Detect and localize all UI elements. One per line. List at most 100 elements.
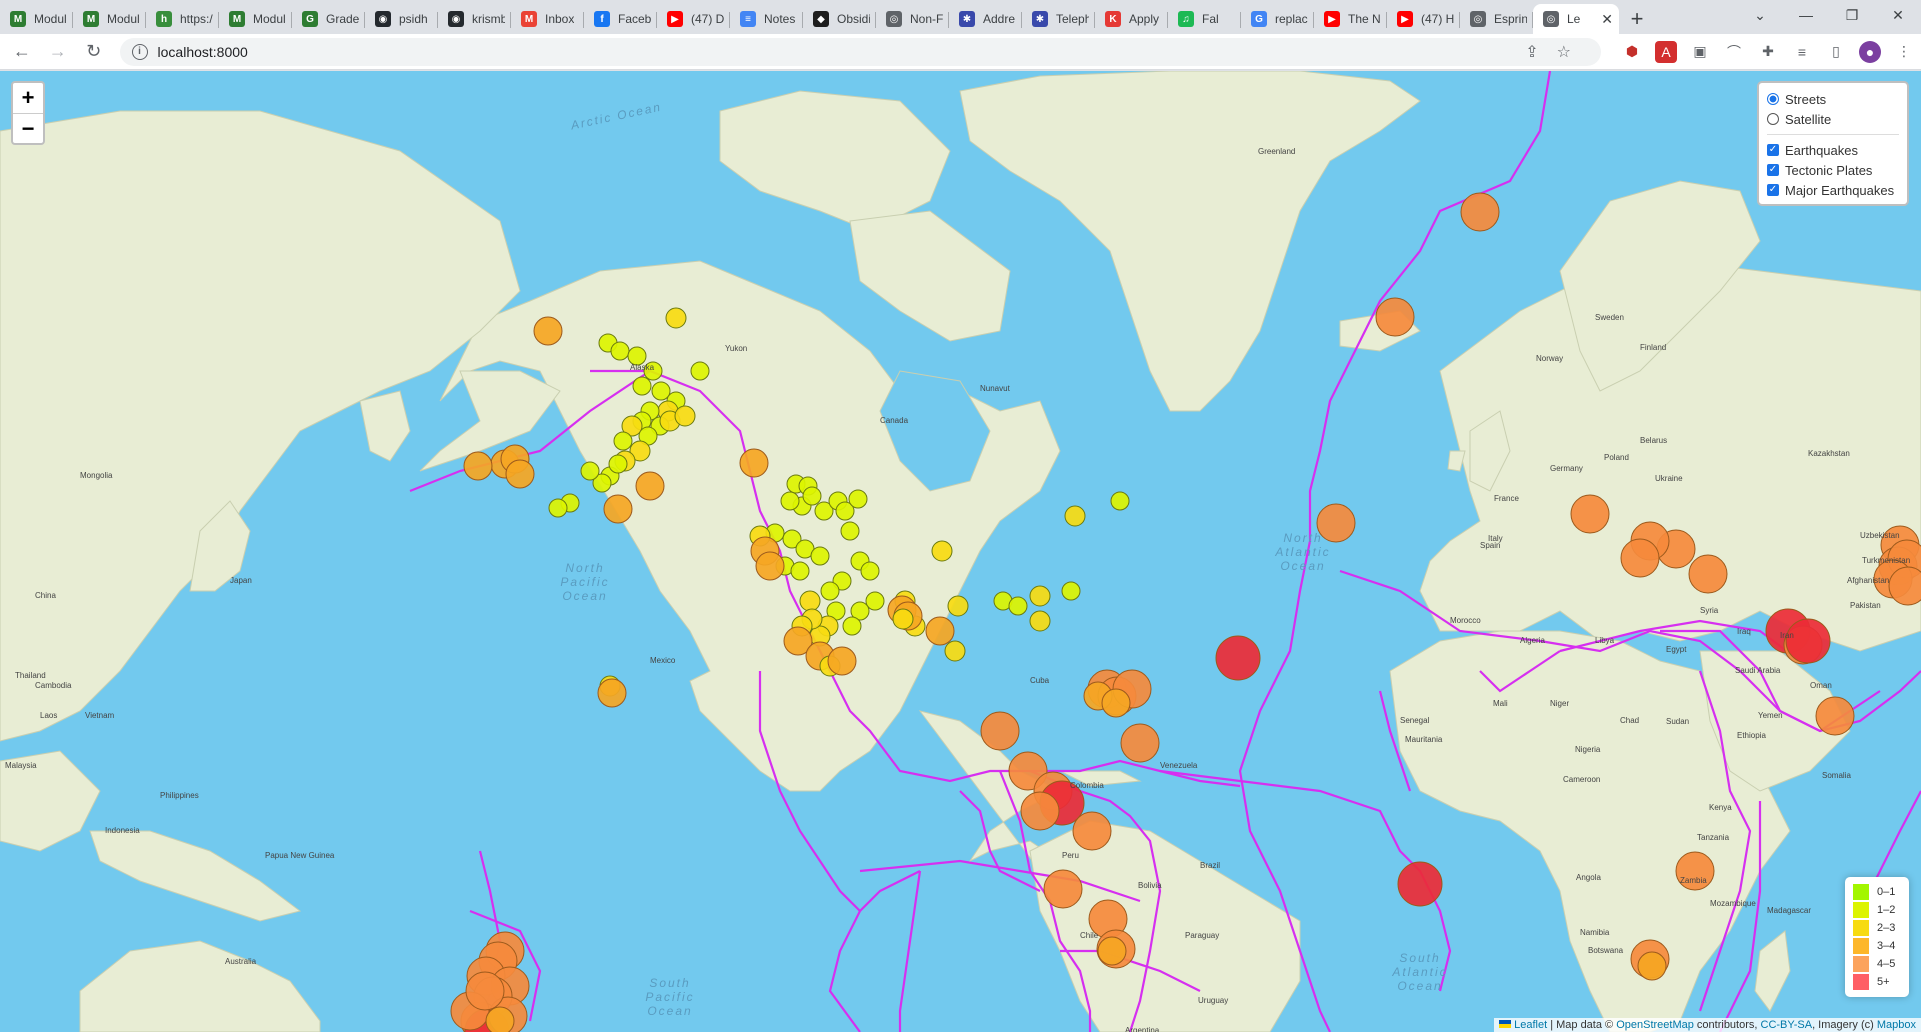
ublock-icon[interactable]: ⬢ [1621, 41, 1643, 63]
browser-tab[interactable]: ▶ (47) H [1387, 4, 1460, 34]
earthquake-marker[interactable] [925, 616, 955, 646]
earthquake-marker[interactable] [755, 551, 785, 581]
earthquake-marker[interactable] [1064, 505, 1086, 527]
earthquake-marker[interactable] [1061, 581, 1081, 601]
address-bar[interactable]: i localhost:8000 ⇪☆ [119, 37, 1602, 66]
zoom-in-button[interactable]: + [13, 83, 43, 113]
puzzle-icon[interactable]: ✚ [1757, 41, 1779, 63]
earthquake-marker[interactable] [848, 489, 868, 509]
earthquake-marker[interactable] [810, 546, 830, 566]
close-tab-icon[interactable]: ✕ [1597, 11, 1613, 28]
overlay-earthquakes[interactable]: ✓ Earthquakes [1767, 140, 1899, 160]
radio-selected[interactable] [1767, 93, 1779, 105]
site-info-icon[interactable]: i [131, 43, 148, 60]
side-panel-icon[interactable]: ▯ [1825, 41, 1847, 63]
earthquake-marker[interactable] [1637, 951, 1667, 981]
earthquake-marker[interactable] [1375, 297, 1415, 337]
earthquake-marker[interactable] [635, 471, 665, 501]
earthquake-marker[interactable] [485, 1006, 515, 1032]
earthquake-marker[interactable] [610, 341, 630, 361]
pdf-icon[interactable]: A [1655, 40, 1678, 63]
earthquake-marker[interactable] [1460, 192, 1500, 232]
leaflet-link[interactable]: Leaflet [1514, 1019, 1547, 1031]
tab-active[interactable]: ◎ Le ✕ [1533, 4, 1619, 34]
extension-icon-2[interactable]: ⌒ [1723, 41, 1745, 63]
share-and-bookmark-icons[interactable]: ⇪☆ [1525, 42, 1589, 62]
browser-tab[interactable]: ≡ Notes [730, 4, 803, 34]
earthquake-marker[interactable] [690, 361, 710, 381]
earthquake-marker[interactable] [548, 498, 568, 518]
earthquake-marker[interactable] [463, 451, 493, 481]
browser-tab[interactable]: ◉ psidh [365, 4, 438, 34]
earthquake-marker[interactable] [802, 486, 822, 506]
mapbox-link[interactable]: Mapbox [1877, 1019, 1916, 1031]
browser-tab[interactable]: ✱ Teleph [1022, 4, 1095, 34]
base-layer-satellite[interactable]: Satellite [1767, 109, 1899, 129]
browser-tab[interactable]: ▶ (47) D [657, 4, 730, 34]
earthquake-marker[interactable] [1785, 618, 1831, 664]
overlay-tectonic-plates[interactable]: ✓ Tectonic Plates [1767, 160, 1899, 180]
earthquake-marker[interactable] [944, 640, 966, 662]
browser-tab[interactable]: ◎ Non-F [876, 4, 949, 34]
browser-tab[interactable]: ▶ The N [1314, 4, 1387, 34]
browser-tab[interactable]: M Modul [0, 4, 73, 34]
earthquake-marker[interactable] [827, 646, 857, 676]
earthquake-marker[interactable] [1008, 596, 1028, 616]
browser-tab[interactable]: ◆ Obsidi [803, 4, 876, 34]
earthquake-marker[interactable] [1815, 696, 1855, 736]
checkbox-checked[interactable]: ✓ [1767, 184, 1779, 196]
browser-tab[interactable]: K Apply [1095, 4, 1168, 34]
earthquake-marker[interactable] [1215, 635, 1261, 681]
earthquake-marker[interactable] [947, 595, 969, 617]
earthquake-marker[interactable] [665, 307, 687, 329]
browser-tab[interactable]: h https:/ [146, 4, 219, 34]
earthquake-marker[interactable] [465, 971, 505, 1011]
close-window-button[interactable]: ✕ [1875, 0, 1921, 30]
earthquake-marker[interactable] [674, 405, 696, 427]
earthquake-marker[interactable] [613, 431, 633, 451]
earthquake-marker[interactable] [632, 376, 652, 396]
earthquake-marker[interactable] [1620, 538, 1660, 578]
back-button[interactable]: ← [8, 38, 36, 66]
checkbox-checked[interactable]: ✓ [1767, 144, 1779, 156]
earthquake-marker[interactable] [1570, 494, 1610, 534]
earthquake-marker[interactable] [780, 491, 800, 511]
earthquake-marker[interactable] [790, 561, 810, 581]
reading-list-icon[interactable]: ≡ [1791, 41, 1813, 63]
earthquake-marker[interactable] [1120, 723, 1160, 763]
menu-icon[interactable]: ⋮ [1893, 41, 1915, 63]
restore-button[interactable]: ❐ [1829, 0, 1875, 30]
earthquake-marker[interactable] [892, 608, 914, 630]
zoom-out-button[interactable]: − [13, 113, 43, 143]
earthquake-marker[interactable] [980, 711, 1020, 751]
earthquake-marker[interactable] [840, 521, 860, 541]
browser-tab[interactable]: M Inbox [511, 4, 584, 34]
browser-tab[interactable]: G Grade [292, 4, 365, 34]
earthquake-marker[interactable] [1029, 585, 1051, 607]
base-layer-streets[interactable]: Streets [1767, 89, 1899, 109]
earthquake-marker[interactable] [820, 581, 840, 601]
earthquake-marker[interactable] [505, 459, 535, 489]
license-link[interactable]: CC-BY-SA [1761, 1019, 1813, 1031]
earthquake-marker[interactable] [931, 540, 953, 562]
checkbox-checked[interactable]: ✓ [1767, 164, 1779, 176]
earthquake-marker[interactable] [1101, 688, 1131, 718]
browser-tab[interactable]: ◎ Esprin [1460, 4, 1533, 34]
earthquake-marker[interactable] [603, 494, 633, 524]
forward-button[interactable]: → [44, 38, 72, 66]
earthquake-marker[interactable] [608, 454, 628, 474]
overlay-major-earthquakes[interactable]: ✓ Major Earthquakes [1767, 180, 1899, 200]
earthquake-marker[interactable] [1043, 869, 1083, 909]
browser-tab[interactable]: M Modul [73, 4, 146, 34]
earthquake-marker[interactable] [533, 316, 563, 346]
reload-button[interactable]: ↻ [80, 38, 108, 66]
extension-icon[interactable]: ▣ [1689, 41, 1711, 63]
profile-avatar[interactable]: ● [1859, 40, 1882, 63]
leaflet-map[interactable]: Arctic Ocean North Pacific Ocean North A… [0, 71, 1921, 1032]
earthquake-marker[interactable] [1029, 610, 1051, 632]
radio-unselected[interactable] [1767, 113, 1779, 125]
osm-link[interactable]: OpenStreetMap [1616, 1019, 1694, 1031]
browser-tab[interactable]: f Faceb [584, 4, 657, 34]
earthquake-marker[interactable] [597, 678, 627, 708]
earthquake-marker[interactable] [1020, 791, 1060, 831]
